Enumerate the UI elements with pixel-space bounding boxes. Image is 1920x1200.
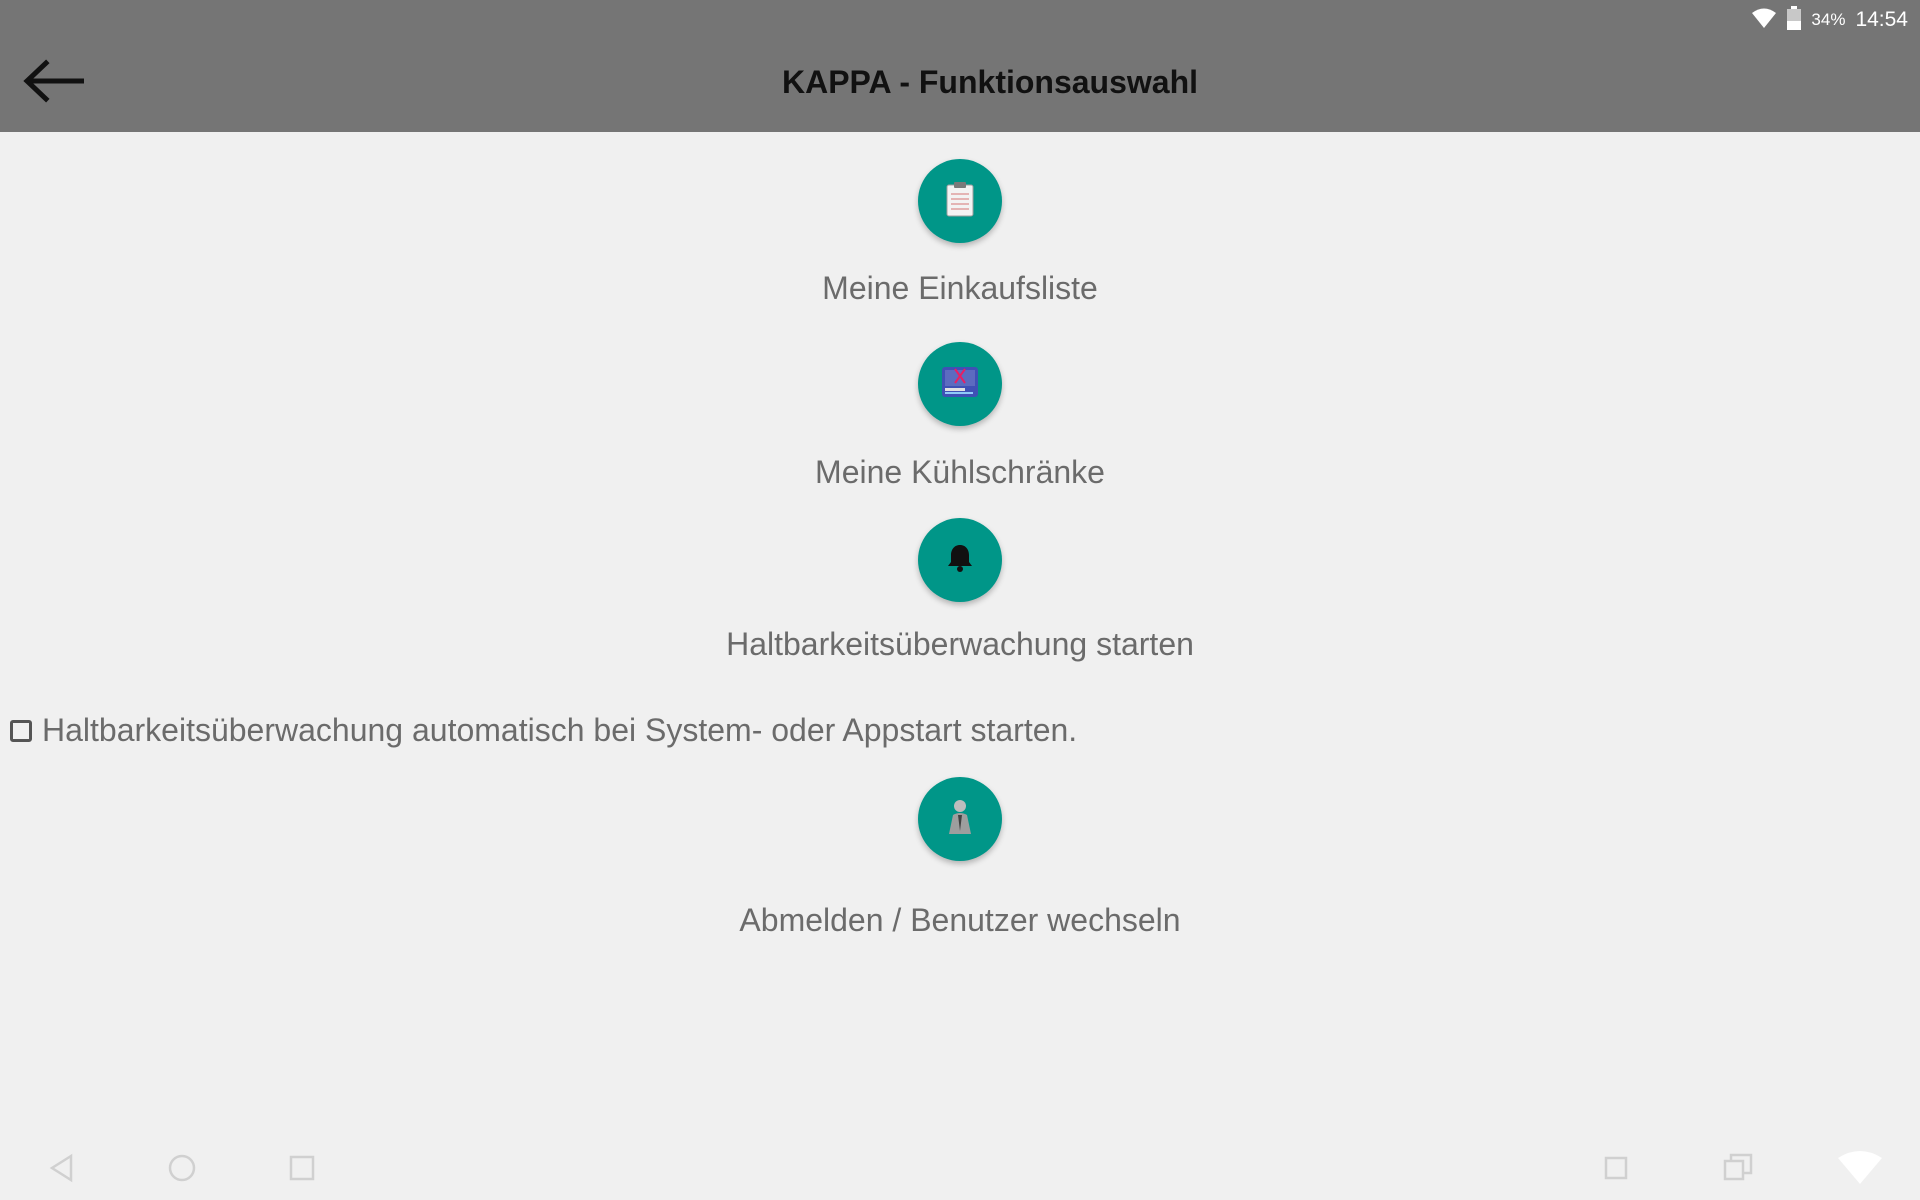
status-bar: 34% 14:54 (1751, 5, 1908, 35)
start-monitoring-label: Haltbarkeitsüberwachung starten (726, 626, 1194, 662)
navigation-bar (0, 1136, 1920, 1200)
fridges-button[interactable] (918, 342, 1002, 426)
battery-percent: 34% (1811, 10, 1846, 29)
nav-home-icon[interactable] (158, 1144, 206, 1192)
fridge-icon (941, 365, 979, 404)
multiwindow-icon[interactable] (1714, 1144, 1762, 1192)
nav-back-icon[interactable] (38, 1144, 86, 1192)
auto-start-label: Haltbarkeitsüberwachung automatisch bei … (42, 712, 1078, 748)
status-time: 14:54 (1855, 8, 1908, 31)
battery-icon (1787, 5, 1802, 35)
shopping-list-button[interactable] (918, 159, 1002, 243)
screen: 34% 14:54 KAPPA - Funktionsauswahl Meine… (0, 0, 1920, 1200)
auto-start-checkbox[interactable]: Haltbarkeitsüberwachung automatisch bei … (10, 712, 1077, 749)
logout-label: Abmelden / Benutzer wechseln (739, 902, 1181, 938)
page-title: KAPPA - Funktionsauswahl (781, 64, 1199, 100)
bell-icon (946, 543, 974, 578)
fridges-label: Meine Kühlschränke (815, 454, 1105, 490)
shopping-list-label: Meine Einkaufsliste (822, 270, 1098, 306)
wifi-nav-icon[interactable] (1836, 1144, 1884, 1192)
wifi-icon (1751, 7, 1777, 34)
user-icon (947, 799, 973, 840)
screenshot-icon[interactable] (1592, 1144, 1640, 1192)
nav-recents-icon[interactable] (278, 1144, 326, 1192)
app-bar: 34% 14:54 KAPPA - Funktionsauswahl (0, 0, 1920, 132)
checkbox-box[interactable] (10, 719, 32, 742)
logout-button[interactable] (918, 777, 1002, 861)
start-monitoring-button[interactable] (918, 518, 1002, 602)
clipboard-icon (945, 181, 975, 222)
